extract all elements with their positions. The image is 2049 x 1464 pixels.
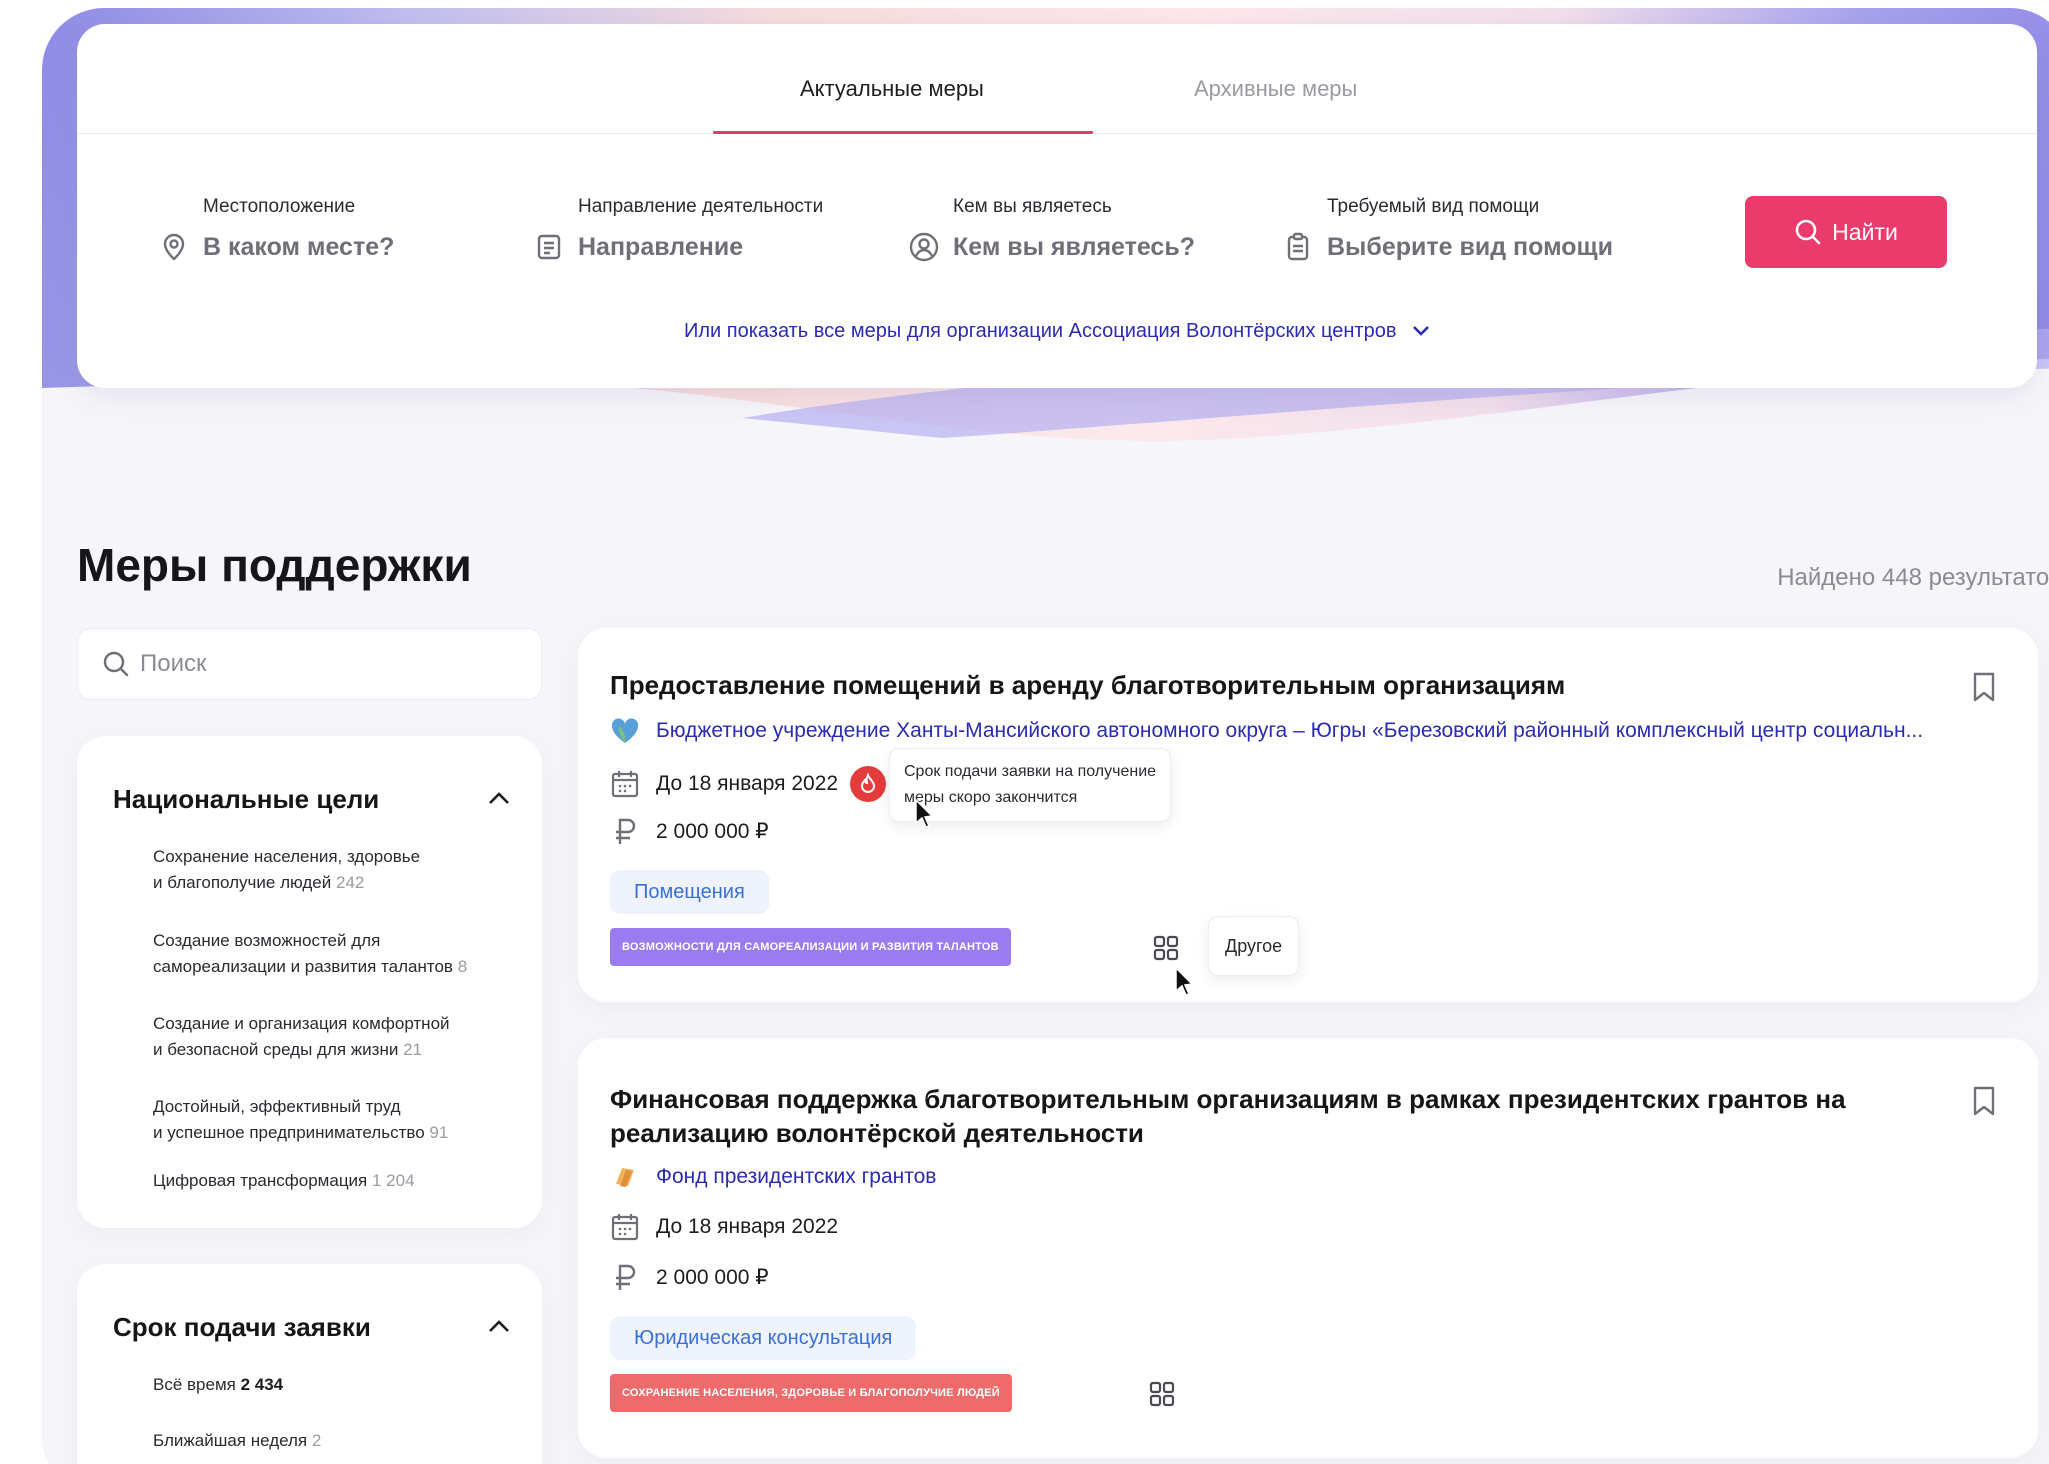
goal-item[interactable]: Достойный, эффективный труд и успешное п…: [153, 1094, 513, 1146]
tab-archive[interactable]: Архивные меры: [1194, 76, 1357, 102]
org-measures-link[interactable]: Или показать все меры для организации Ас…: [77, 320, 2037, 343]
card-title[interactable]: Финансовая поддержка благотворительным о…: [610, 1082, 1930, 1150]
calendar-icon: [610, 1212, 640, 1242]
heart-logo-icon: [611, 718, 639, 743]
location-field[interactable]: Местоположение В каком месте?: [157, 196, 394, 264]
location-pin-icon: [157, 230, 191, 264]
goal-item[interactable]: Цифровая трансформация 1 204: [153, 1168, 513, 1194]
find-button-label: Найти: [1832, 218, 1898, 245]
who-field[interactable]: Кем вы являетесь Кем вы являетесь?: [907, 196, 1195, 264]
results-count: Найдено 448 результатов: [1777, 564, 2049, 591]
mouse-cursor-icon: [1175, 966, 1194, 996]
search-panel: Актуальные меры Архивные меры Местополож…: [77, 24, 2037, 388]
fund-logo-icon: [616, 1168, 634, 1187]
direction-label: Направление деятельности: [578, 196, 824, 217]
help-field[interactable]: Требуемый вид помощи Выберите вид помощи: [1281, 196, 1613, 264]
user-circle-icon: [907, 230, 941, 264]
ruble-icon: [610, 816, 640, 846]
page-title: Меры поддержки: [77, 539, 472, 591]
org-measures-link-text: Или показать все меры для организации Ас…: [683, 320, 1397, 342]
card-org[interactable]: Фонд президентских грантов: [610, 1162, 936, 1192]
goal-item[interactable]: Сохранение населения, здоровье и благопо…: [153, 844, 513, 896]
sidebar-search-input[interactable]: Поиск: [77, 628, 542, 700]
goal-item[interactable]: Создание возможностей для самореализации…: [153, 928, 513, 980]
card-deadline-text: До 18 января 2022: [656, 772, 839, 795]
support-measure-card[interactable]: Предоставление помещений в аренду благот…: [578, 628, 2038, 1002]
help-placeholder: Выберите вид помощи: [1327, 232, 1613, 261]
deadline-filter-card: Срок подачи заявки Всё время 2 434 Ближа…: [77, 1264, 542, 1464]
goals-filter-title: Национальные цели: [113, 784, 380, 814]
search-icon: [1795, 219, 1821, 245]
chevron-up-icon[interactable]: [486, 788, 512, 808]
document-icon: [532, 230, 566, 264]
goals-filter-card: Национальные цели Сохранение населения, …: [77, 736, 542, 1228]
mouse-cursor-icon: [915, 798, 934, 828]
card-title[interactable]: Предоставление помещений в аренду благот…: [610, 668, 1930, 702]
card-amount: 2 000 000 ₽: [610, 816, 769, 846]
card-amount: 2 000 000 ₽: [610, 1262, 769, 1292]
chevron-down-icon: [1412, 320, 1430, 343]
card-deadline-text: До 18 января 2022: [656, 1215, 839, 1238]
bookmark-icon[interactable]: [1972, 1086, 1996, 1116]
card-amount-text: 2 000 000 ₽: [656, 1265, 769, 1289]
card-deadline: До 18 января 2022: [610, 766, 887, 802]
clipboard-icon: [1281, 230, 1315, 264]
find-button[interactable]: Найти: [1745, 196, 1947, 268]
category-pill[interactable]: Юридическая консультация: [610, 1316, 917, 1360]
active-tab-indicator: [713, 131, 1093, 134]
goal-tag[interactable]: СОХРАНЕНИЕ НАСЕЛЕНИЯ, ЗДОРОВЬЕ И БЛАГОПО…: [610, 1374, 1012, 1412]
location-label: Местоположение: [203, 196, 356, 217]
tab-current[interactable]: Актуальные меры: [800, 76, 984, 102]
goal-item[interactable]: Создание и организация комфортной и безо…: [153, 1011, 513, 1063]
support-measure-card[interactable]: Финансовая поддержка благотворительным о…: [578, 1038, 2038, 1458]
tabs-bar: Актуальные меры Архивные меры: [77, 24, 2037, 134]
who-label: Кем вы являетесь: [953, 196, 1112, 217]
page-frame: Актуальные меры Архивные меры Местополож…: [42, 8, 2049, 1464]
card-org[interactable]: Бюджетное учреждение Ханты-Мансийского а…: [610, 716, 1923, 746]
grid-icon[interactable]: [1144, 1376, 1180, 1412]
bookmark-icon[interactable]: [1972, 672, 1996, 702]
deadline-item-all-time[interactable]: Всё время 2 434: [153, 1372, 513, 1398]
search-icon: [103, 651, 129, 677]
card-amount-text: 2 000 000 ₽: [656, 819, 769, 843]
location-placeholder: В каком месте?: [203, 232, 395, 261]
deadline-item-week[interactable]: Ближайшая неделя 2: [153, 1428, 513, 1454]
other-tooltip: Другое: [1208, 916, 1300, 976]
who-placeholder: Кем вы являетесь?: [953, 232, 1195, 261]
help-label: Требуемый вид помощи: [1327, 196, 1540, 217]
sidebar-search-placeholder: Поиск: [140, 650, 207, 677]
goal-tag[interactable]: ВОЗМОЖНОСТИ ДЛЯ САМОРЕАЛИЗАЦИИ И РАЗВИТИ…: [610, 928, 1011, 966]
ruble-icon: [610, 1262, 640, 1292]
category-pill[interactable]: Помещения: [610, 870, 769, 914]
fire-icon[interactable]: [850, 766, 887, 802]
deadline-filter-title: Срок подачи заявки: [113, 1312, 371, 1342]
grid-icon[interactable]: [1148, 930, 1184, 966]
card-deadline: До 18 января 2022: [610, 1212, 838, 1242]
chevron-up-icon[interactable]: [486, 1316, 512, 1336]
card-org-name: Бюджетное учреждение Ханты-Мансийского а…: [656, 719, 1924, 742]
calendar-icon: [610, 769, 640, 799]
direction-placeholder: Направление: [578, 232, 744, 261]
card-org-name: Фонд президентских грантов: [656, 1165, 937, 1188]
direction-field[interactable]: Направление деятельности Направление: [532, 196, 823, 264]
